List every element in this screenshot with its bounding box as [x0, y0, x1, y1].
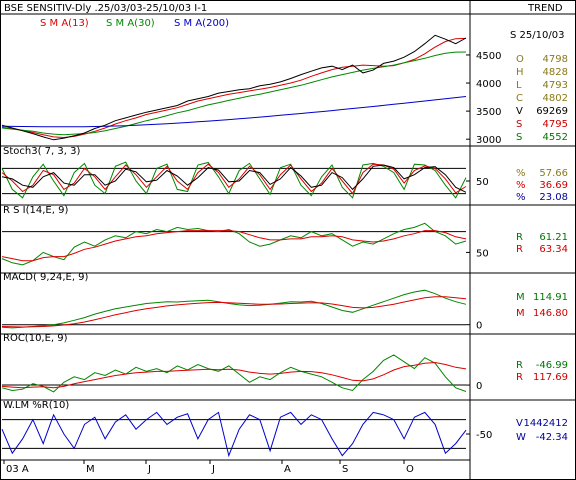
- macd-readout-value: 146.80: [533, 308, 568, 319]
- price-series-0: [1, 37, 467, 139]
- technical-chart: BSE SENSITIV-Dly .25/03/03-25/10/03 I-1 …: [0, 0, 576, 480]
- stoch-readout-value: 23.08: [539, 192, 568, 203]
- price-ytick: 3500: [476, 107, 501, 118]
- roc-readout-value: -46.99: [536, 360, 568, 371]
- chart-frame: [0, 0, 576, 480]
- macd-readout-key: M: [516, 308, 525, 319]
- x-tick-label: J: [147, 464, 151, 475]
- legend-sma13: S M A(13): [40, 18, 89, 29]
- price-readout-key: S: [516, 132, 522, 143]
- stoch-panel: Stoch3( 7, 3, 3) 50% 57.66% 36.69% 23.08: [0, 145, 576, 203]
- trend-label: TREND: [527, 3, 563, 14]
- price-readout-key: L: [516, 80, 522, 91]
- wlm-readout-value: 1442412: [523, 418, 568, 429]
- macd-readout-key: M: [516, 292, 525, 303]
- roc-ytick: 0: [476, 381, 482, 392]
- roc-series-0: [1, 354, 467, 393]
- stoch-readout-value: 36.69: [539, 180, 568, 191]
- price-series-3: [1, 34, 467, 141]
- stoch-readout-value: 57.66: [539, 168, 568, 179]
- macd-panel: MACD( 9,24,E, 9) 0 M 114.91 M 146.80: [0, 272, 576, 332]
- x-axis: 03 A M J J A S O: [0, 459, 470, 475]
- legend-sma200: S M A(200): [174, 18, 229, 29]
- wlm-readout-key: W: [516, 432, 526, 443]
- rsi-readout-value: 61.21: [539, 232, 568, 243]
- price-readout-key: H: [516, 67, 524, 78]
- roc-series-1: [1, 361, 467, 389]
- wlm-panel: W.LM %R(10) -50 V 1442412 W -42.34: [0, 399, 576, 458]
- macd-series-1: [1, 296, 467, 328]
- macd-series-0: [1, 289, 467, 329]
- rsi-readout-value: 63.34: [539, 244, 568, 255]
- rsi-ytick: 50: [476, 248, 489, 259]
- price-readout-key: C: [516, 93, 523, 104]
- price-readout-value: 4828: [543, 67, 568, 78]
- price-readout-value: 4793: [543, 80, 568, 91]
- price-readout-value: 4802: [543, 93, 568, 104]
- x-tick-label: S: [342, 464, 348, 475]
- wlm-ytick: -50: [476, 430, 492, 441]
- price-ytick: 4500: [476, 51, 501, 62]
- rsi-series-0: [1, 222, 467, 266]
- roc-readout-value: 117.69: [533, 372, 568, 383]
- rsi-readout-key: R: [516, 244, 523, 255]
- x-tick-label: M: [86, 464, 95, 475]
- rsi-readout-key: R: [516, 232, 523, 243]
- roc-readout-key: R: [516, 372, 523, 383]
- x-tick-label: A: [284, 464, 291, 475]
- rsi-title: R S I(14,E, 9): [3, 205, 68, 216]
- stoch-readout-key: %: [516, 180, 526, 191]
- wlm-series-0: [1, 411, 467, 458]
- legend-sma30: S M A(30): [106, 18, 155, 29]
- price-readout-key: S: [516, 119, 522, 130]
- price-readout-key: V: [516, 106, 523, 117]
- roc-panel: ROC(10,E, 9) 0 R -46.99 R 117.69: [0, 333, 576, 393]
- price-date-label: S 25/10/03: [510, 30, 564, 41]
- chart-stage: BSE SENSITIV-Dly .25/03/03-25/10/03 I-1 …: [0, 0, 576, 480]
- chart-title: BSE SENSITIV-Dly .25/03/03-25/10/03 I-1: [4, 3, 207, 14]
- price-ytick: 3000: [476, 135, 501, 146]
- roc-title: ROC(10,E, 9): [3, 333, 68, 344]
- x-tick-label: 03 A: [6, 464, 29, 475]
- macd-title: MACD( 9,24,E, 9): [3, 272, 89, 283]
- roc-readout-key: R: [516, 360, 523, 371]
- wlm-title: W.LM %R(10): [3, 400, 69, 411]
- macd-ytick: 0: [476, 321, 482, 332]
- stoch-series-0: [1, 161, 467, 199]
- wlm-readout-value: -42.34: [536, 432, 568, 443]
- wlm-readout-key: V: [516, 418, 523, 429]
- stoch-title: Stoch3( 7, 3, 3): [3, 146, 80, 157]
- x-tick-label: J: [211, 464, 215, 475]
- rsi-series-1: [1, 230, 467, 262]
- macd-readout-value: 114.91: [533, 292, 568, 303]
- price-series-2: [1, 96, 467, 128]
- price-ytick: 4000: [476, 79, 501, 90]
- price-readout-key: O: [516, 54, 524, 65]
- price-panel: 3000 3500 4000 4500 O 4798 H 4828 L 4793 C 4802 V 692…: [1, 34, 568, 146]
- price-readout-value: 4795: [543, 119, 568, 130]
- stoch-ytick: 50: [476, 177, 489, 188]
- price-readout-value: 4798: [543, 54, 568, 65]
- stoch-readout-key: %: [516, 168, 526, 179]
- rsi-panel: R S I(14,E, 9) 50 R 61.21 R 63.34: [0, 204, 576, 266]
- x-tick-label: O: [406, 464, 414, 475]
- price-readout-value: 4552: [543, 132, 568, 143]
- price-readout-value: 69269: [536, 106, 568, 117]
- stoch-readout-key: %: [516, 192, 526, 203]
